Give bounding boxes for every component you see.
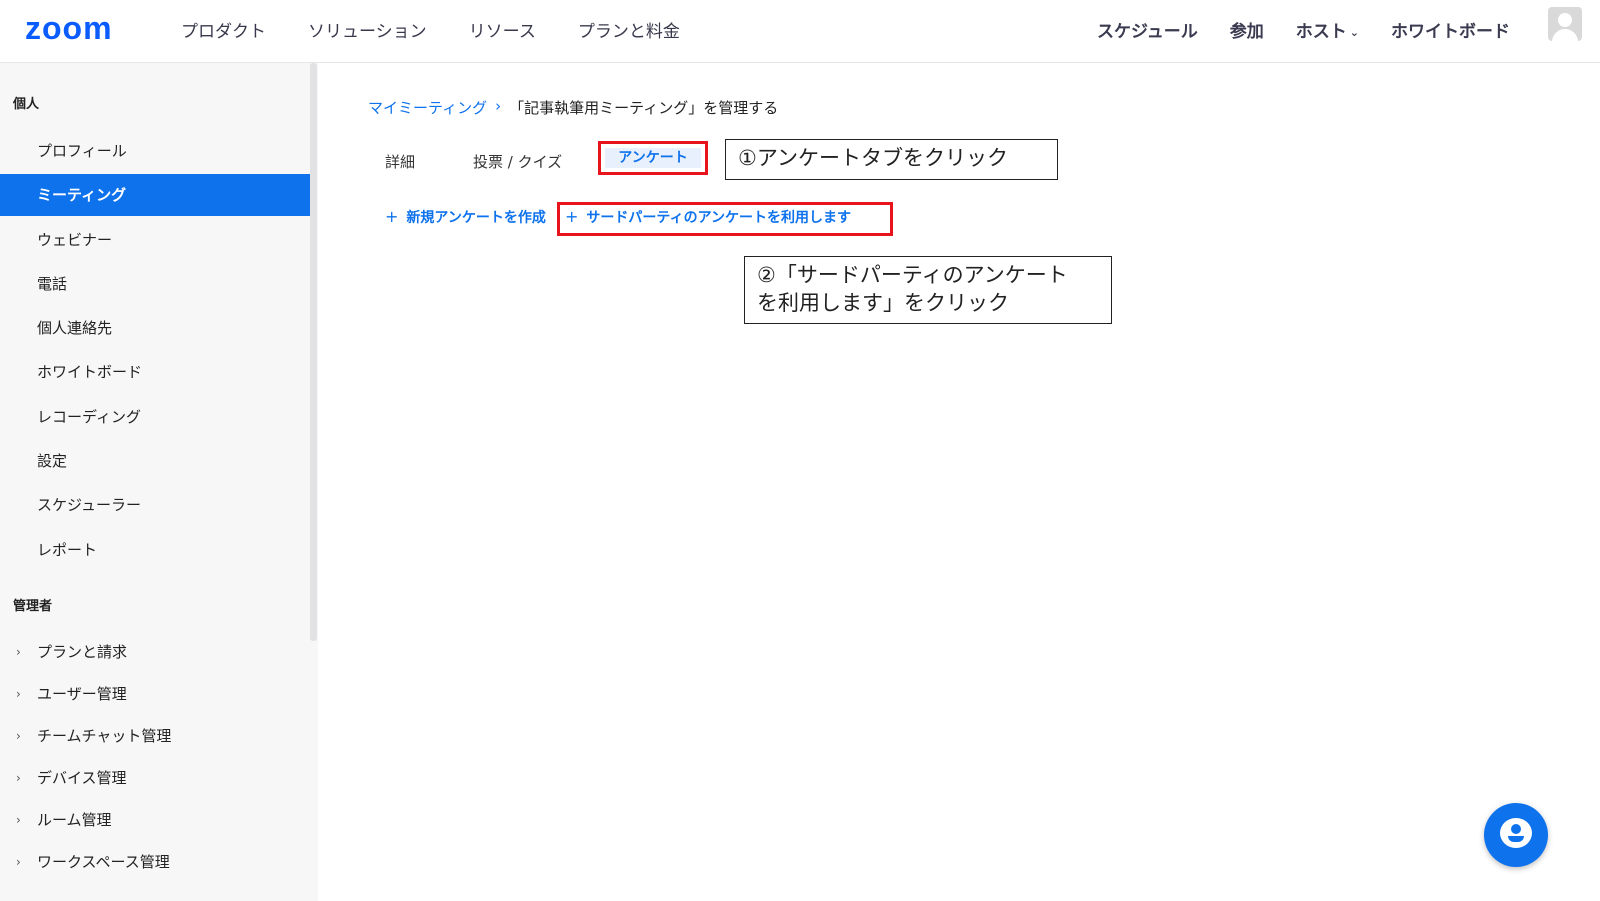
avatar[interactable] bbox=[1548, 7, 1582, 41]
sidebar-item-label: チームチャット管理 bbox=[37, 727, 172, 745]
secondary-nav: スケジュール 参加 ホスト ⌄ ホワイトボード bbox=[1097, 17, 1510, 42]
annotation-step1: ①アンケートタブをクリック bbox=[725, 139, 1058, 180]
chat-bot-body bbox=[1508, 836, 1524, 842]
sidebar-item-label: ルーム管理 bbox=[37, 811, 112, 829]
chat-bot-icon bbox=[1500, 818, 1532, 848]
chevron-right-icon: › bbox=[16, 729, 21, 743]
sidebar-item-workspace-management[interactable]: › ワークスペース管理 bbox=[0, 841, 310, 883]
sidebar-item-label: ユーザー管理 bbox=[37, 685, 127, 703]
primary-nav: プロダクト ソリューション リソース プランと料金 bbox=[181, 17, 680, 42]
sidebar-item-label: プランと請求 bbox=[37, 643, 128, 661]
annotation-step2: ②「サードパーティのアンケート を利用します」をクリック bbox=[744, 256, 1112, 324]
breadcrumb-separator: › bbox=[495, 97, 502, 115]
nav-solutions[interactable]: ソリューション bbox=[308, 17, 427, 42]
breadcrumb-current: 「記事執筆用ミーティング」を管理する bbox=[509, 99, 779, 117]
sidebar-item-phone[interactable]: 電話 bbox=[0, 263, 310, 305]
chat-bot-head bbox=[1511, 824, 1521, 834]
sidebar-item-whiteboards[interactable]: ホワイトボード bbox=[0, 351, 310, 393]
sidebar-item-settings[interactable]: 設定 bbox=[0, 440, 310, 482]
annotation-step2-line1: ②「サードパーティのアンケート bbox=[757, 263, 1068, 287]
tab-survey-highlight: アンケート bbox=[598, 141, 708, 175]
sidebar-item-webinars[interactable]: ウェビナー bbox=[0, 219, 310, 261]
sidebar-scrollbar[interactable] bbox=[310, 63, 317, 641]
plus-icon: + bbox=[565, 207, 579, 226]
sidebar-item-personal-contacts[interactable]: 個人連絡先 bbox=[0, 307, 310, 349]
breadcrumb: マイミーティング › 「記事執筆用ミーティング」を管理する bbox=[368, 97, 778, 118]
sidebar-item-label: デバイス管理 bbox=[37, 769, 127, 787]
sidebar-item-scheduler[interactable]: スケジューラー bbox=[0, 484, 310, 526]
sidebar-item-profile[interactable]: プロフィール bbox=[0, 130, 310, 172]
third-party-survey-button[interactable]: + サードパーティのアンケートを利用します bbox=[565, 207, 851, 227]
chat-support-button[interactable] bbox=[1484, 803, 1548, 867]
nav-host[interactable]: ホスト ⌄ bbox=[1296, 17, 1359, 42]
chevron-down-icon: ⌄ bbox=[1349, 25, 1359, 39]
plus-icon: + bbox=[385, 207, 399, 226]
breadcrumb-my-meetings[interactable]: マイミーティング bbox=[368, 97, 487, 118]
sidebar-item-plans-billing[interactable]: › プランと請求 bbox=[0, 631, 310, 673]
nav-host-label: ホスト bbox=[1295, 22, 1347, 42]
third-party-survey-label: サードパーティのアンケートを利用します bbox=[586, 210, 852, 226]
sidebar-item-label: ワークスペース管理 bbox=[37, 853, 170, 871]
sidebar-item-meetings[interactable]: ミーティング bbox=[0, 174, 310, 216]
top-navigation: zoom プロダクト ソリューション リソース プランと料金 スケジュール 参加… bbox=[0, 0, 1600, 63]
zoom-logo[interactable]: zoom bbox=[25, 10, 113, 47]
sidebar-item-recordings[interactable]: レコーディング bbox=[0, 396, 310, 438]
chevron-right-icon: › bbox=[16, 771, 21, 785]
sidebar-section-personal: 個人 bbox=[13, 97, 40, 112]
sidebar-section-admin: 管理者 bbox=[13, 599, 53, 614]
new-survey-button[interactable]: + 新規アンケートを作成 bbox=[385, 207, 546, 227]
annotation-step2-line2: を利用します」をクリック bbox=[757, 291, 1009, 315]
nav-join[interactable]: 参加 bbox=[1230, 17, 1264, 42]
avatar-head-shape bbox=[1558, 13, 1572, 27]
sidebar-item-device-management[interactable]: › デバイス管理 bbox=[0, 757, 310, 799]
sidebar-item-reports[interactable]: レポート bbox=[0, 529, 310, 571]
tab-details[interactable]: 詳細 bbox=[385, 151, 415, 172]
tab-poll-quiz[interactable]: 投票 / クイズ bbox=[473, 151, 562, 172]
chevron-right-icon: › bbox=[16, 813, 21, 827]
sidebar-item-room-management[interactable]: › ルーム管理 bbox=[0, 799, 310, 841]
nav-plans-pricing[interactable]: プランと料金 bbox=[578, 17, 680, 42]
chevron-right-icon: › bbox=[16, 855, 21, 869]
sidebar-item-team-chat-management[interactable]: › チームチャット管理 bbox=[0, 715, 310, 757]
nav-resources[interactable]: リソース bbox=[469, 17, 536, 42]
sidebar-item-user-management[interactable]: › ユーザー管理 bbox=[0, 673, 310, 715]
chevron-right-icon: › bbox=[16, 645, 21, 659]
new-survey-label: 新規アンケートを作成 bbox=[406, 210, 546, 226]
chevron-right-icon: › bbox=[16, 687, 21, 701]
nav-schedule[interactable]: スケジュール bbox=[1097, 17, 1198, 42]
tab-survey[interactable]: アンケート bbox=[605, 148, 701, 168]
nav-products[interactable]: プロダクト bbox=[181, 17, 266, 42]
avatar-body-shape bbox=[1552, 29, 1578, 41]
nav-whiteboard[interactable]: ホワイトボード bbox=[1391, 17, 1510, 42]
